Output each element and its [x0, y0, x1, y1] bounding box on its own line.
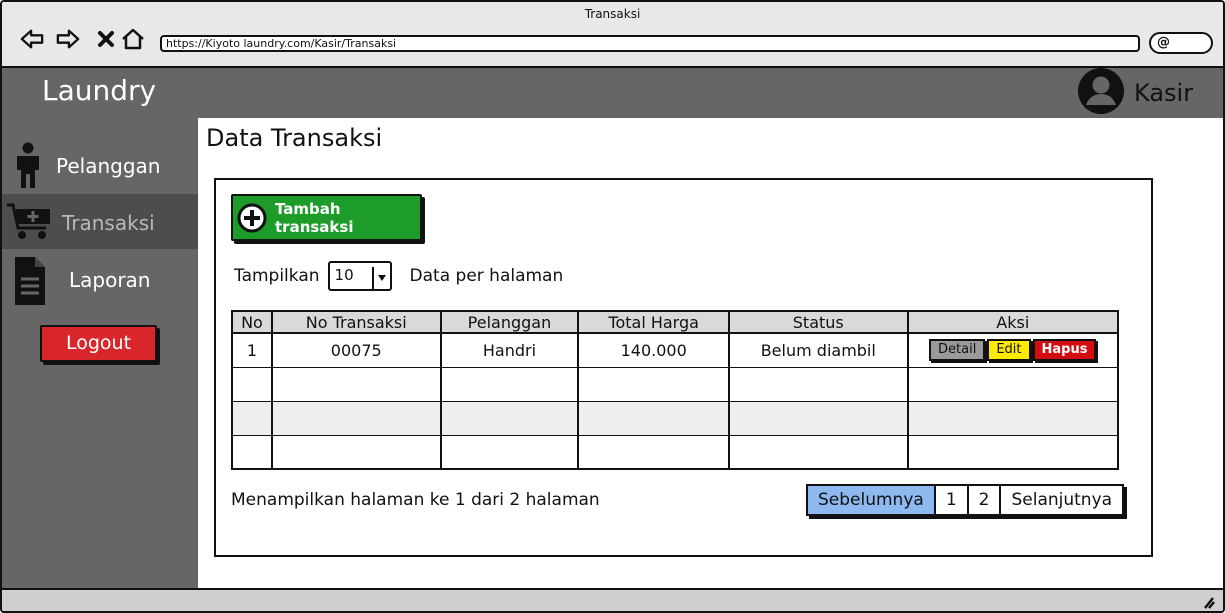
- chevron-down-icon: [371, 267, 390, 289]
- add-transaction-label: Tambah transaksi: [275, 199, 354, 236]
- cell-pelanggan: Handri: [439, 332, 580, 368]
- per-page-control: Tampilkan 10 Data per halaman: [234, 260, 563, 292]
- home-icon[interactable]: [121, 27, 145, 51]
- detail-button[interactable]: Detail: [929, 339, 986, 362]
- document-icon: [15, 257, 45, 305]
- sidebar-item-transaksi[interactable]: Transaksi: [2, 194, 198, 249]
- browser-window: Transaksi https://Kiyoto laundry.com/Kas…: [0, 0, 1225, 613]
- transaction-panel: Tambah transaksi Tampilkan 10 Data per h…: [214, 178, 1153, 557]
- table-row-empty: [231, 366, 1120, 402]
- user-menu[interactable]: Kasir: [1076, 68, 1194, 115]
- resize-grip-icon[interactable]: [1201, 594, 1215, 611]
- cell-actions: Detail Edit Hapus: [906, 332, 1120, 368]
- column-header-aksi: Aksi: [906, 310, 1120, 334]
- cell-status: Belum diambil: [728, 332, 909, 368]
- browser-titlebar: Transaksi https://Kiyoto laundry.com/Kas…: [2, 2, 1223, 68]
- per-page-select[interactable]: 10: [327, 261, 392, 291]
- sidebar: Pelanggan Transaksi Laporan Logout: [2, 118, 198, 588]
- browser-statusbar: [2, 588, 1223, 611]
- back-arrow-icon[interactable]: [20, 27, 44, 51]
- table-header-row: No No Transaksi Pelanggan Total Harga St…: [231, 310, 1120, 334]
- search-icon: @: [1157, 35, 1170, 50]
- per-page-prefix: Tampilkan: [234, 266, 320, 286]
- column-header-no[interactable]: No: [231, 310, 273, 334]
- cell-total-harga: 140.000: [577, 332, 730, 368]
- column-header-no-transaksi[interactable]: No Transaksi: [270, 310, 442, 334]
- column-header-pelanggan[interactable]: Pelanggan: [439, 310, 580, 334]
- transaction-table: No No Transaksi Pelanggan Total Harga St…: [231, 310, 1120, 470]
- pagination: Sebelumnya 1 2 Selanjutnya: [806, 484, 1125, 516]
- logout-button[interactable]: Logout: [40, 325, 157, 362]
- brand-title: Laundry: [42, 74, 157, 107]
- pagination-page-1[interactable]: 1: [933, 486, 967, 514]
- app-header: Laundry Kasir: [2, 68, 1223, 118]
- page-title: Data Transaksi: [206, 124, 383, 152]
- sidebar-item-label: Pelanggan: [56, 154, 161, 178]
- sidebar-item-label: Laporan: [69, 268, 151, 292]
- person-icon: [14, 142, 42, 188]
- delete-button[interactable]: Hapus: [1032, 339, 1097, 362]
- page-info: Menampilkan halaman ke 1 dari 2 halaman: [231, 490, 600, 510]
- close-icon[interactable]: [94, 27, 118, 51]
- per-page-suffix: Data per halaman: [409, 266, 564, 286]
- pagination-page-2[interactable]: 2: [966, 486, 1000, 514]
- forward-arrow-icon[interactable]: [56, 27, 80, 51]
- cart-icon: [6, 202, 52, 242]
- sidebar-item-laporan[interactable]: Laporan: [2, 252, 198, 307]
- per-page-value: 10: [334, 266, 354, 284]
- edit-button[interactable]: Edit: [987, 339, 1031, 362]
- search-button[interactable]: @: [1149, 32, 1213, 54]
- cell-no-transaksi: 00075: [270, 332, 442, 368]
- user-avatar-icon: [1076, 66, 1126, 120]
- cell-no: 1: [231, 332, 273, 368]
- sidebar-item-label: Transaksi: [62, 211, 155, 235]
- table-row: 1 00075 Handri 140.000 Belum diambil Det…: [231, 332, 1120, 368]
- plus-circle-icon: [237, 203, 267, 233]
- pagination-next-button[interactable]: Selanjutnya: [999, 486, 1122, 514]
- pagination-prev-button[interactable]: Sebelumnya: [808, 486, 934, 514]
- table-row-empty: [231, 434, 1120, 470]
- add-transaction-button[interactable]: Tambah transaksi: [231, 194, 422, 241]
- column-header-total-harga[interactable]: Total Harga: [577, 310, 730, 334]
- url-input[interactable]: https://Kiyoto laundry.com/Kasir/Transak…: [160, 35, 1140, 52]
- user-label: Kasir: [1134, 79, 1194, 107]
- sidebar-item-pelanggan[interactable]: Pelanggan: [2, 136, 198, 191]
- column-header-status[interactable]: Status: [728, 310, 909, 334]
- window-title: Transaksi: [584, 7, 641, 21]
- table-row-empty: [231, 400, 1120, 436]
